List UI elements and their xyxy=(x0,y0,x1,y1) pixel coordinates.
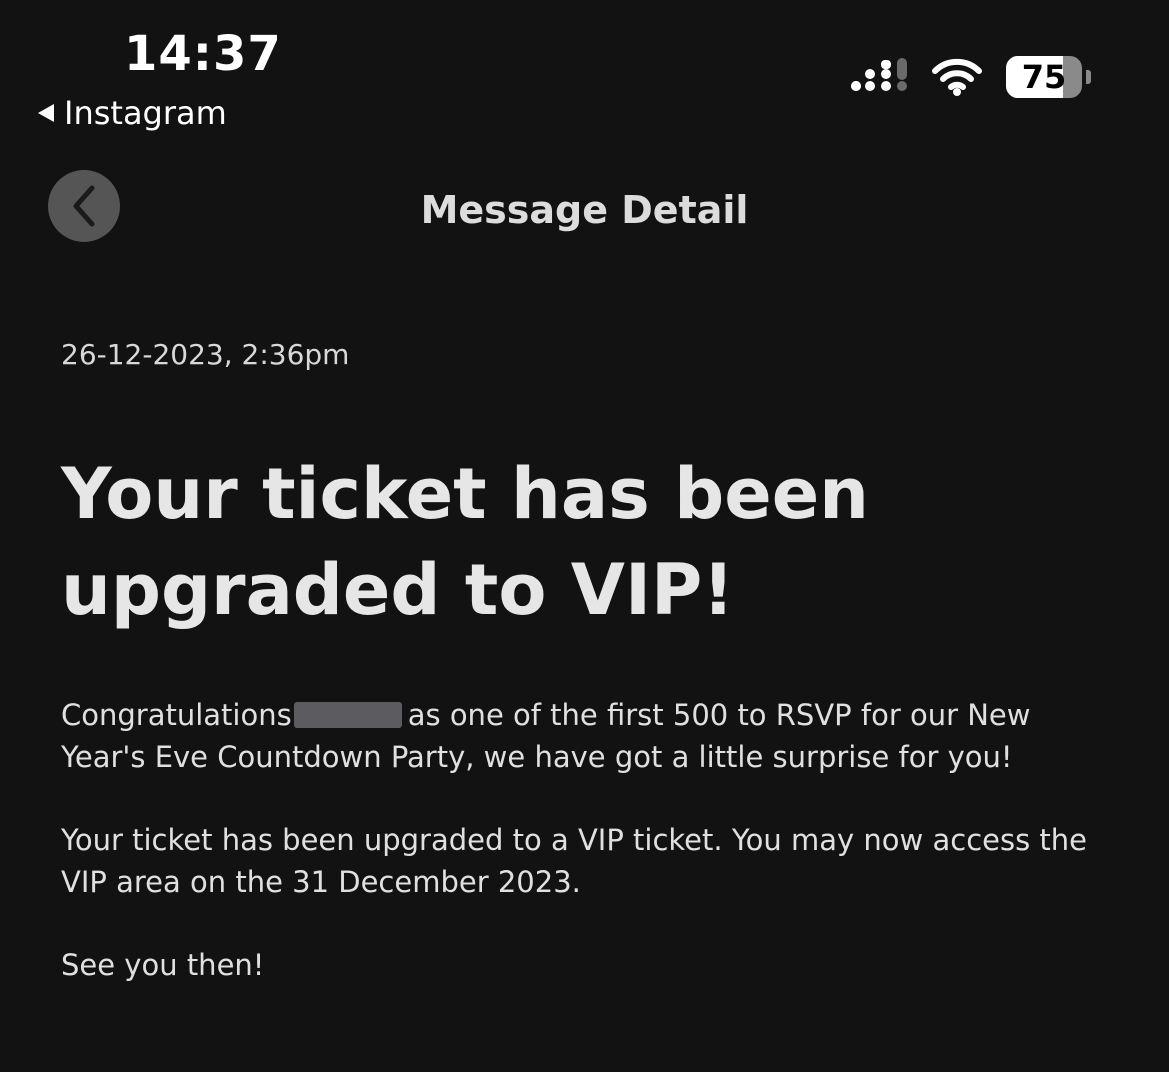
status-icons: 75 xyxy=(850,56,1091,98)
cellular-signal-icon xyxy=(851,58,907,91)
back-triangle-icon xyxy=(38,104,54,122)
message-paragraph-1: Congratulations as one of the first 500 t… xyxy=(61,694,1121,778)
redacted-name xyxy=(293,702,402,728)
message-headline: Your ticket has been upgraded to VIP! xyxy=(61,453,870,631)
battery-icon: 75 xyxy=(1006,56,1082,98)
message-body: Congratulations as one of the first 500 t… xyxy=(61,694,1121,1027)
para1-start: Congratulations xyxy=(61,698,292,732)
message-paragraph-3: See you then! xyxy=(61,948,265,982)
message-timestamp: 26-12-2023, 2:36pm xyxy=(61,338,350,371)
back-to-app-link[interactable]: Instagram xyxy=(38,94,227,132)
back-app-label: Instagram xyxy=(64,94,227,132)
status-time: 14:37 xyxy=(124,26,282,82)
battery-percentage: 75 xyxy=(1021,58,1067,96)
message-detail-screen: 14:37 Instagram 75 Message Detail 26-12-… xyxy=(0,0,1169,1072)
battery-tip xyxy=(1086,70,1091,84)
page-title: Message Detail xyxy=(420,188,749,232)
wifi-icon xyxy=(932,58,982,96)
message-paragraph-2: Your ticket has been upgraded to a VIP t… xyxy=(61,823,1088,899)
